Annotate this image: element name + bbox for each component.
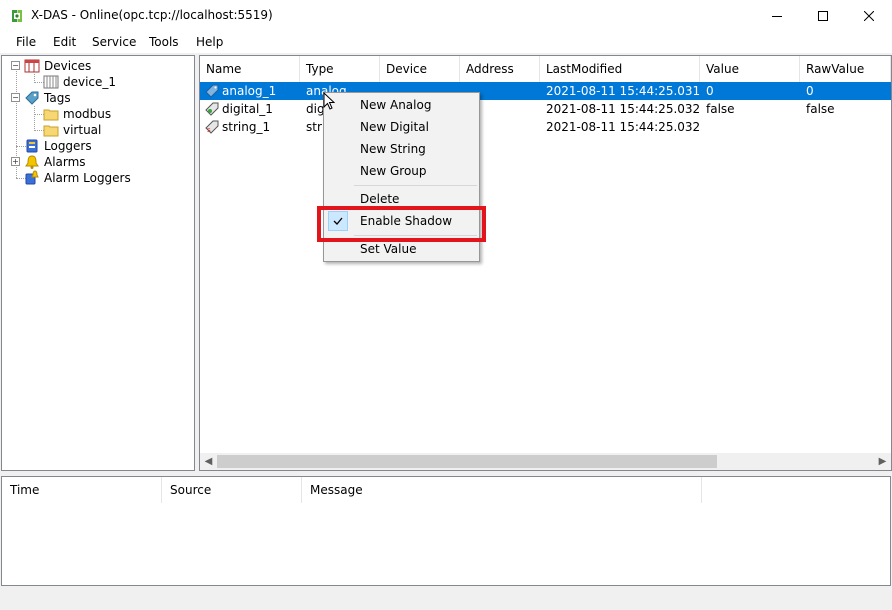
cell-value: 0: [706, 84, 714, 98]
menu-help[interactable]: Help: [196, 35, 223, 49]
menu-bar: File Edit Service Tools Help: [0, 32, 892, 53]
event-log-view: Time Source Message: [1, 476, 891, 586]
mouse-cursor-icon: [323, 91, 336, 114]
svg-text:s: s: [207, 126, 211, 134]
tree-item-virtual[interactable]: virtual: [43, 122, 101, 138]
table-row[interactable]: s string_1 stri 2021-08-11 15:44:25.032: [200, 118, 891, 136]
tree-item-device-1[interactable]: device_1: [43, 74, 116, 90]
menu-edit[interactable]: Edit: [53, 35, 76, 49]
horizontal-scrollbar[interactable]: ◀ ▶: [200, 453, 891, 470]
menu-item-new-analog[interactable]: New Analog: [326, 94, 477, 116]
table-row[interactable]: digital_1 digi 2021-08-11 15:44:25.032 f…: [200, 100, 891, 118]
column-header-time[interactable]: Time: [2, 477, 162, 503]
tree-line: [34, 106, 35, 131]
cell-value: false: [706, 102, 735, 116]
column-header-value[interactable]: Value: [700, 56, 800, 82]
menu-item-new-string[interactable]: New String: [326, 138, 477, 160]
bell-icon: [24, 154, 40, 170]
collapse-devices-icon[interactable]: −: [11, 61, 20, 70]
cell-lastmodified: 2021-08-11 15:44:25.032: [546, 102, 701, 116]
menu-item-label: Set Value: [360, 242, 417, 256]
tree-label-alarm-loggers: Alarm Loggers: [44, 171, 131, 185]
cell-rawvalue: 0: [806, 84, 814, 98]
menu-item-label: New Digital: [360, 120, 429, 134]
window-title: X-DAS - Online(opc.tcp://localhost:5519): [31, 8, 273, 22]
tree-label-modbus: modbus: [63, 107, 112, 121]
menu-item-new-digital[interactable]: New Digital: [326, 116, 477, 138]
tree-label-tags: Tags: [44, 91, 71, 105]
column-header-type[interactable]: Type: [300, 56, 380, 82]
tag-list-view: Name Type Device Address LastModified Va…: [199, 55, 892, 471]
tree-label-virtual: virtual: [63, 123, 102, 137]
cell-lastmodified: 2021-08-11 15:44:25.032: [546, 120, 701, 134]
tree-label-device-1: device_1: [63, 75, 117, 89]
tag-icon: [24, 90, 40, 106]
string-tag-icon: s: [204, 119, 220, 138]
menu-item-new-group[interactable]: New Group: [326, 160, 477, 182]
menu-tools[interactable]: Tools: [149, 35, 179, 49]
cell-rawvalue: false: [806, 102, 835, 116]
menu-file[interactable]: File: [16, 35, 36, 49]
tree-label-alarms: Alarms: [44, 155, 86, 169]
title-bar: X-DAS - Online(opc.tcp://localhost:5519): [0, 0, 892, 32]
menu-service[interactable]: Service: [92, 35, 136, 49]
menu-item-label: New String: [360, 142, 426, 156]
cell-name: string_1: [222, 120, 271, 134]
tree-panel: − − + Devices device_1 Tags modbus virtu…: [1, 55, 195, 471]
minimize-button[interactable]: [754, 0, 800, 32]
scroll-thumb[interactable]: [217, 455, 717, 468]
tree-item-tags[interactable]: Tags: [24, 90, 71, 106]
status-bar: [0, 588, 892, 610]
column-header-message[interactable]: Message: [302, 477, 702, 503]
table-row[interactable]: analog_1 analog 2021-08-11 15:44:25.031 …: [200, 82, 891, 100]
column-header-name[interactable]: Name: [200, 56, 300, 82]
column-header-device[interactable]: Device: [380, 56, 460, 82]
cell-name: analog_1: [222, 84, 277, 98]
logger-icon: [24, 138, 40, 154]
app-icon: [9, 8, 25, 24]
column-header-rawvalue[interactable]: RawValue: [800, 56, 891, 82]
menu-item-label: New Analog: [360, 98, 432, 112]
menu-item-label: Delete: [360, 192, 400, 206]
tree-item-loggers[interactable]: Loggers: [24, 138, 92, 154]
cell-name: digital_1: [222, 102, 273, 116]
menu-separator: [354, 185, 477, 186]
device-icon: [43, 74, 59, 90]
column-header-address[interactable]: Address: [460, 56, 540, 82]
maximize-button[interactable]: [800, 0, 846, 32]
devices-icon: [24, 58, 40, 74]
menu-item-label: New Group: [360, 164, 427, 178]
scroll-right-icon[interactable]: ▶: [874, 453, 891, 470]
highlight-box: [317, 206, 486, 242]
tree-label-devices: Devices: [44, 59, 92, 73]
cell-lastmodified: 2021-08-11 15:44:25.031: [546, 84, 701, 98]
collapse-tags-icon[interactable]: −: [11, 93, 20, 102]
tree-item-modbus[interactable]: modbus: [43, 106, 111, 122]
scroll-left-icon[interactable]: ◀: [200, 453, 217, 470]
expand-alarms-icon[interactable]: +: [11, 157, 20, 166]
folder-icon: [43, 122, 59, 138]
column-header-source[interactable]: Source: [162, 477, 302, 503]
close-button[interactable]: [846, 0, 892, 32]
tree-label-loggers: Loggers: [44, 139, 92, 153]
folder-icon: [43, 106, 59, 122]
tree-item-devices[interactable]: Devices: [24, 58, 91, 74]
column-header-lastmodified[interactable]: LastModified: [540, 56, 700, 82]
tree-item-alarm-loggers[interactable]: Alarm Loggers: [24, 170, 131, 186]
alarm-logger-icon: [24, 170, 40, 186]
tree-item-alarms[interactable]: Alarms: [24, 154, 86, 170]
